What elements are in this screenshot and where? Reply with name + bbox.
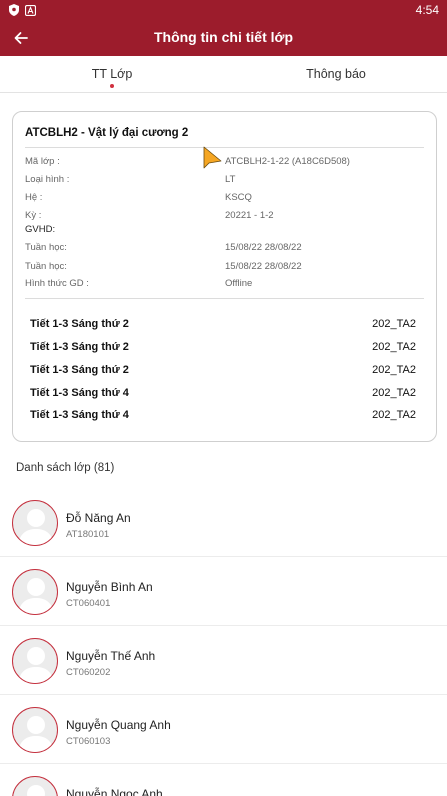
student-code: CT060103 — [66, 736, 111, 747]
student-name: Nguyễn Thế Anh — [66, 649, 156, 663]
info-row-teaching-mode: Hình thức GD : Offline — [25, 278, 425, 292]
class-list-header: Danh sách lớp (81) — [16, 462, 115, 474]
info-row-term: Kỳ : 20221 - 1-2 — [25, 210, 425, 224]
info-label: Hệ : — [25, 192, 43, 203]
schedule-row: Tiết 1-3 Sáng thứ 2 202_TA2 — [30, 318, 416, 334]
page-title: Thông tin chi tiết lớp — [153, 29, 294, 45]
schedule-room: 202_TA2 — [372, 409, 416, 421]
info-label: Mã lớp : — [25, 156, 60, 167]
student-name: Nguyễn Bình An — [66, 580, 153, 594]
info-value: 15/08/22 28/08/22 — [225, 261, 302, 272]
info-value: 15/08/22 28/08/22 — [225, 242, 302, 253]
schedule-room: 202_TA2 — [372, 341, 416, 353]
schedule-time: Tiết 1-3 Sáng thứ 2 — [30, 364, 129, 376]
info-value: KSCQ — [225, 192, 252, 203]
course-title: ATCBLH2 - Vật lý đại cương 2 — [25, 127, 189, 139]
info-row-weeks: Tuần học: 15/08/22 28/08/22 — [25, 261, 425, 275]
course-info-card: ATCBLH2 - Vật lý đại cương 2 Mã lớp : AT… — [12, 111, 437, 442]
student-name: Nguyễn Ngọc Anh — [66, 787, 163, 796]
info-label: Tuần học: — [25, 242, 67, 253]
info-row-type: Loại hình : LT — [25, 174, 425, 188]
tab-class-info-label: TT Lớp — [91, 67, 133, 81]
schedule-time: Tiết 1-3 Sáng thứ 2 — [30, 341, 129, 353]
app-bar: Thông tin chi tiết lớp — [0, 21, 447, 56]
divider — [25, 298, 424, 299]
list-item[interactable]: Nguyễn Ngọc Anh — [0, 765, 447, 796]
list-item[interactable]: Nguyễn Thế Anh CT060202 — [0, 627, 447, 695]
info-label: Loại hình : — [25, 174, 70, 185]
info-row-instructor: GVHD: — [25, 224, 425, 238]
avatar — [12, 776, 58, 796]
schedule-time: Tiết 1-3 Sáng thứ 4 — [30, 387, 129, 399]
shield-icon — [8, 4, 19, 16]
student-code: CT060202 — [66, 667, 111, 678]
status-time: 4:54 — [415, 3, 439, 17]
schedule-row: Tiết 1-3 Sáng thứ 4 202_TA2 — [30, 409, 416, 425]
tab-notifications-label: Thông báo — [306, 67, 366, 81]
schedule-room: 202_TA2 — [372, 364, 416, 376]
info-value: ATCBLH2-1-22 (A18C6D508) — [225, 156, 350, 167]
info-value: Offline — [225, 278, 253, 289]
list-item[interactable]: Nguyễn Quang Anh CT060103 — [0, 696, 447, 764]
info-label: Hình thức GD : — [25, 278, 89, 289]
schedule-row: Tiết 1-3 Sáng thứ 4 202_TA2 — [30, 387, 416, 403]
info-row-weeks: Tuần học: 15/08/22 28/08/22 — [25, 242, 425, 256]
tab-notifications[interactable]: Thông báo — [224, 56, 447, 93]
info-value: LT — [225, 174, 236, 185]
avatar — [12, 569, 58, 615]
avatar — [12, 638, 58, 684]
student-code: CT060401 — [66, 598, 111, 609]
info-label: Tuần học: — [25, 261, 67, 272]
avatar — [12, 500, 58, 546]
avatar — [12, 707, 58, 753]
student-name: Nguyễn Quang Anh — [66, 718, 171, 732]
schedule-row: Tiết 1-3 Sáng thứ 2 202_TA2 — [30, 341, 416, 357]
status-bar: 4:54 — [0, 0, 447, 21]
info-label: GVHD: — [25, 224, 56, 235]
schedule-room: 202_TA2 — [372, 387, 416, 399]
active-tab-indicator — [110, 84, 114, 88]
list-item[interactable]: Nguyễn Bình An CT060401 — [0, 558, 447, 626]
info-label: Kỳ : — [25, 210, 42, 221]
divider — [25, 147, 424, 148]
info-row-system: Hệ : KSCQ — [25, 192, 425, 206]
schedule-room: 202_TA2 — [372, 318, 416, 330]
info-row-class-code: Mã lớp : ATCBLH2-1-22 (A18C6D508) — [25, 156, 425, 170]
schedule-time: Tiết 1-3 Sáng thứ 4 — [30, 409, 129, 421]
tab-bar: TT Lớp Thông báo — [0, 56, 447, 93]
student-name: Đỗ Năng An — [66, 511, 131, 525]
list-item[interactable]: Đỗ Năng An AT180101 — [0, 489, 447, 557]
mouse-pointer-icon — [203, 146, 222, 169]
info-value: 20221 - 1-2 — [225, 210, 274, 221]
tab-class-info[interactable]: TT Lớp — [0, 56, 224, 93]
student-code: AT180101 — [66, 529, 110, 540]
schedule-row: Tiết 1-3 Sáng thứ 2 202_TA2 — [30, 364, 416, 380]
notification-a-icon — [25, 4, 36, 16]
schedule-time: Tiết 1-3 Sáng thứ 2 — [30, 318, 129, 330]
